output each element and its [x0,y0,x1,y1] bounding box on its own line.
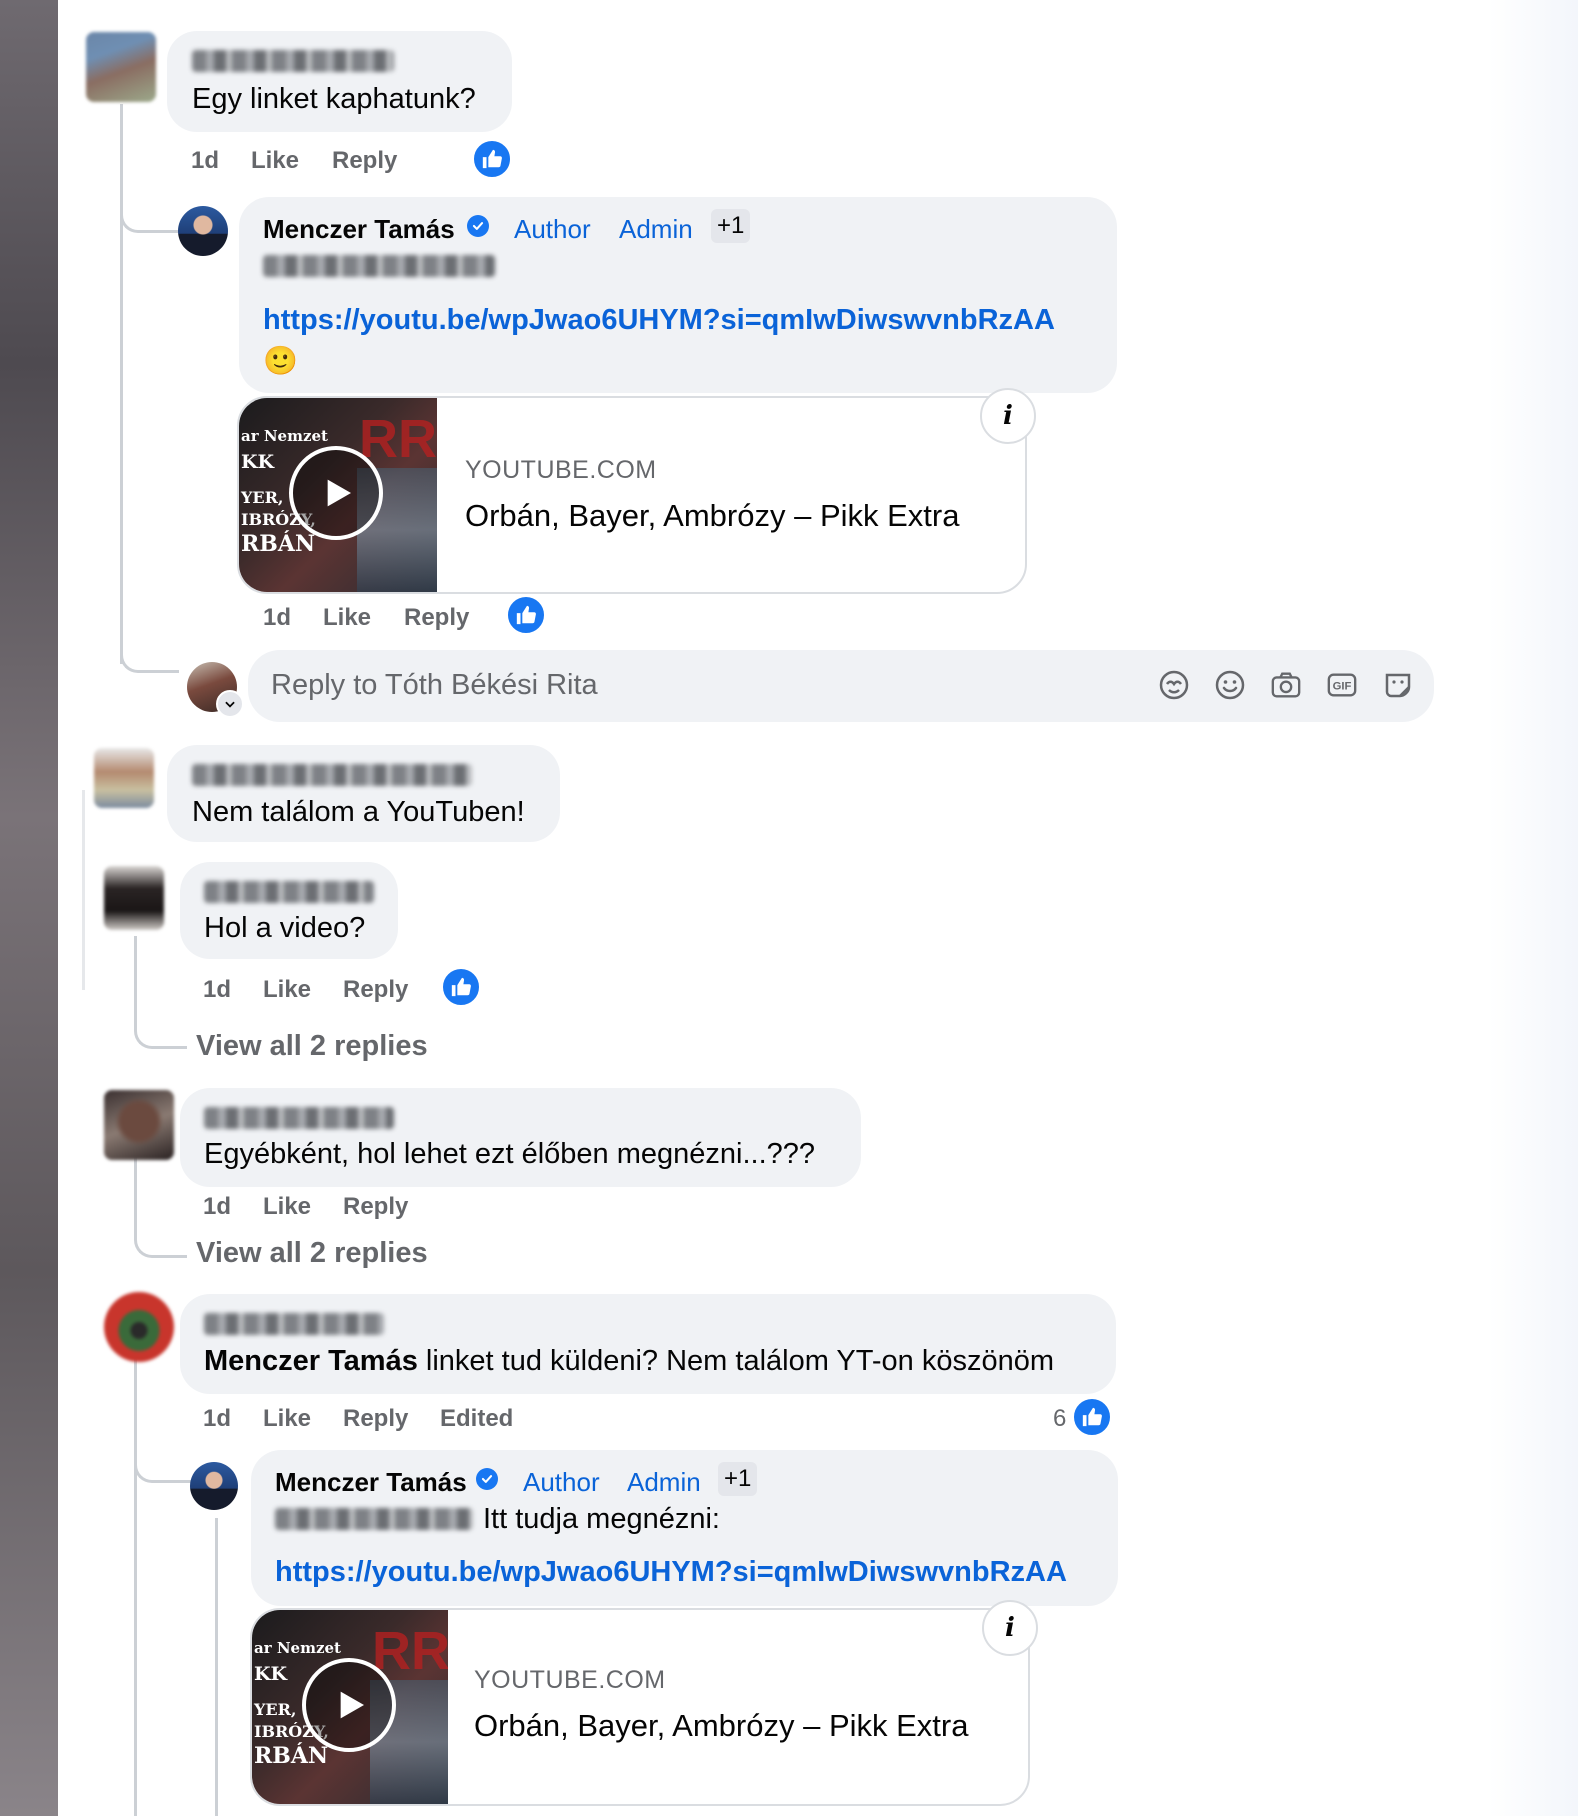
reply-button[interactable]: Reply [343,976,408,1004]
mention-name-blurred[interactable] [275,1508,473,1530]
sticker-icon[interactable] [1382,669,1414,701]
info-icon[interactable]: i [982,1600,1038,1656]
video-thumbnail: RR ar Nemzet KK YER, IBRÓZY, RBÁN [239,398,437,592]
reply-input-placeholder: Reply to Tóth Békési Rita [271,669,598,701]
smile-emoji: 🙂 [263,345,298,376]
avatar[interactable] [104,1292,174,1362]
reply-time[interactable]: 1d [263,604,291,632]
emoji-icon[interactable] [1214,669,1246,701]
thumbnail-text: KK [241,451,275,473]
thread-line [134,936,187,1049]
thread-line [120,196,179,233]
thumbs-up-icon[interactable] [471,138,513,180]
comment-time[interactable]: 1d [203,1405,231,1433]
admin-badge: Admin [619,214,693,244]
admin-badge: Admin [627,1467,701,1497]
info-icon[interactable]: i [980,388,1036,444]
card-domain: YOUTUBE.COM [474,1666,666,1694]
commenter-name-blurred[interactable] [204,1313,384,1335]
thread-line [215,1518,218,1816]
thumbnail-text: RBÁN [254,1743,329,1769]
avatar[interactable] [94,748,154,808]
reply-button[interactable]: Reply [343,1193,408,1221]
svg-text:GIF: GIF [1333,681,1352,693]
reply-author-name[interactable]: Menczer Tamás [263,214,455,245]
commenter-name-blurred[interactable] [204,881,374,903]
avatar-sticker-icon[interactable] [1158,669,1190,701]
thumbs-up-icon[interactable] [1071,1396,1113,1438]
commenter-name-blurred[interactable] [192,764,472,786]
thread-line [120,636,179,673]
youtube-link[interactable]: https://youtu.be/wpJwao6UHYM?si=qmIwDiws… [275,1556,1067,1589]
like-button[interactable]: Like [263,1193,311,1221]
comment-text-body: linket tud küldeni? Nem találom YT-on kö… [417,1345,1055,1377]
edited-label: Edited [440,1405,514,1432]
view-all-replies[interactable]: View all 2 replies [196,1237,428,1270]
like-count[interactable]: 6 [1053,1405,1066,1433]
comment-time[interactable]: 1d [203,976,231,1004]
video-thumbnail: RR ar Nemzet KK YER, IBRÓZY, RBÁN [252,1610,448,1804]
view-all-replies[interactable]: View all 2 replies [196,1030,428,1063]
comment-text: Egyébként, hol lehet ezt élőben megnézni… [204,1138,816,1170]
chevron-down-icon[interactable] [216,690,244,718]
thumbs-up-icon[interactable] [440,966,482,1008]
card-title: Orbán, Bayer, Ambrózy – Pikk Extra [465,498,960,533]
link-preview-card[interactable]: RR ar Nemzet KK YER, IBRÓZY, RBÁN YOUTUB… [237,396,1027,594]
comment-time[interactable]: 1d [203,1193,231,1221]
avatar[interactable] [104,1090,174,1160]
reply-button[interactable]: Reply [404,604,469,632]
youtube-link[interactable]: https://youtu.be/wpJwao6UHYM?si=qmIwDiws… [263,304,1055,337]
comment-time[interactable]: 1d [191,147,219,175]
verified-badge-icon [476,1468,498,1490]
author-badge: Author [523,1467,600,1497]
play-icon[interactable] [289,446,383,540]
card-title: Orbán, Bayer, Ambrózy – Pikk Extra [474,1708,969,1743]
mention-link[interactable]: Menczer Tamás [204,1345,418,1377]
thumbnail-text: YER, [241,488,284,507]
thumbs-up-icon[interactable] [505,594,547,636]
more-badges[interactable]: +1 [718,1462,758,1496]
more-badges[interactable]: +1 [711,209,751,243]
reply-text: Itt tudja megnézni: [483,1503,720,1535]
thumbnail-text: ar Nemzet [254,1639,341,1657]
play-icon[interactable] [302,1658,396,1752]
like-button[interactable]: Like [251,147,299,175]
thread-line [120,104,123,664]
mention-name-blurred[interactable] [263,255,495,277]
commenter-name-blurred[interactable] [204,1107,394,1129]
comment-text: Hol a video? [204,912,366,944]
right-background [1488,0,1578,1816]
author-badge: Author [514,214,591,244]
reply-author-name[interactable]: Menczer Tamás [275,1467,467,1498]
comment-text: Nem találom a YouTuben! [192,796,525,828]
avatar[interactable] [86,32,156,102]
commenter-name-blurred[interactable] [192,50,394,72]
avatar[interactable] [190,1462,238,1510]
comment-text: Menczer Tamás linket tud küldeni? Nem ta… [204,1344,1054,1378]
avatar[interactable] [178,206,228,256]
like-button[interactable]: Like [263,976,311,1004]
thread-line [134,1442,193,1483]
camera-icon[interactable] [1270,669,1302,701]
thumbnail-text: RBÁN [241,531,316,557]
comment-text: Egy linket kaphatunk? [192,83,476,115]
thread-line [134,1356,137,1816]
thread-line [134,1150,187,1258]
link-preview-card[interactable]: RR ar Nemzet KK YER, IBRÓZY, RBÁN YOUTUB… [250,1608,1030,1806]
verified-badge-icon [467,215,489,237]
thumbnail-text: KK [254,1663,288,1685]
thread-line [82,790,85,990]
thumbnail-text: ar Nemzet [241,427,328,445]
reply-button[interactable]: Reply [332,147,397,175]
avatar[interactable] [104,866,164,930]
left-background [0,0,58,1816]
gif-icon[interactable]: GIF [1326,669,1358,701]
thumbnail-text: YER, [254,1700,297,1719]
like-button[interactable]: Like [323,604,371,632]
reply-button[interactable]: Reply [343,1405,408,1433]
card-domain: YOUTUBE.COM [465,456,657,484]
like-button[interactable]: Like [263,1405,311,1433]
